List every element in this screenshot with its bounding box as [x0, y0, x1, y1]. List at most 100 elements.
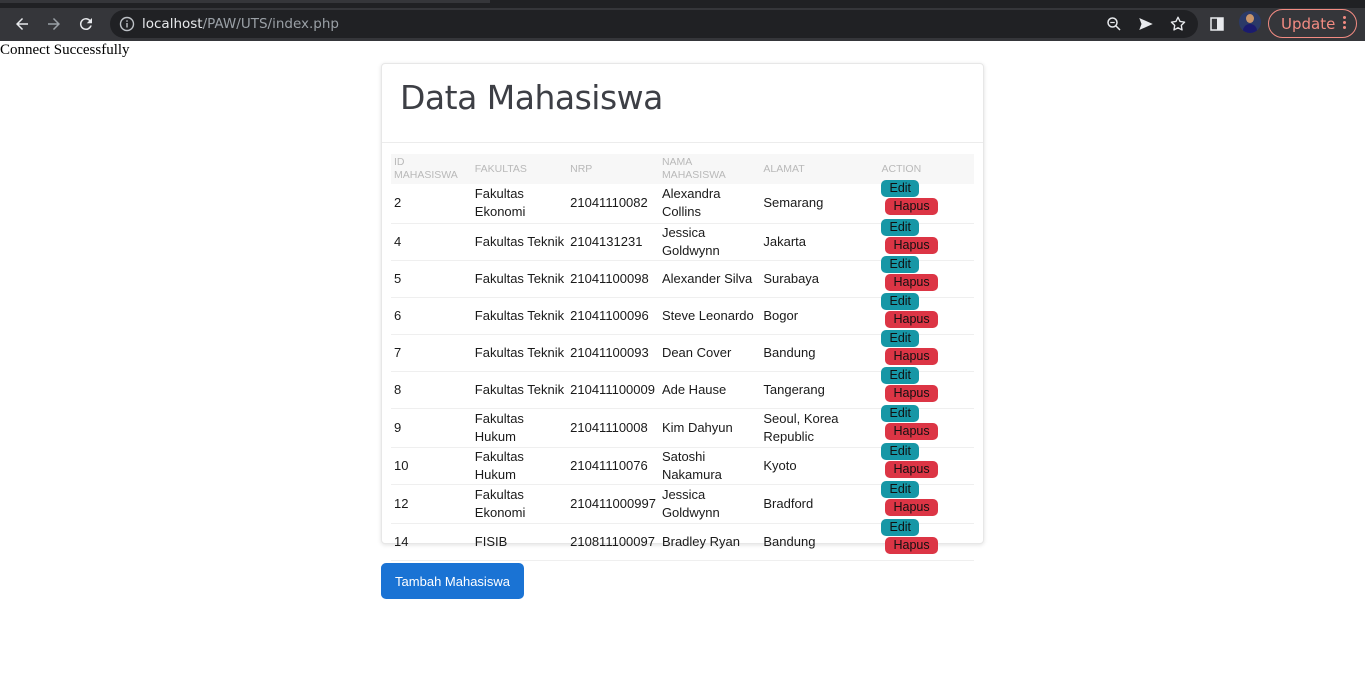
edit-button[interactable]: Edit: [881, 255, 920, 273]
browser-toolbar: localhost/PAW/UTS/index.php Update: [0, 8, 1365, 41]
table-row: 12 Fakultas Ekonomi 210411000997 Jessica…: [391, 480, 974, 524]
cell-fakultas: Fakultas Teknik: [471, 297, 568, 335]
delete-button[interactable]: Hapus: [885, 236, 938, 254]
cell-action: EditHapus: [878, 480, 974, 524]
cell-fakultas: Fakultas Teknik: [471, 371, 568, 409]
forward-icon[interactable]: [40, 10, 68, 38]
cell-nama: Dean Cover: [658, 334, 761, 372]
cell-alamat: Bandung: [760, 523, 879, 561]
table-row: 4 Fakultas Teknik 2104131231 Jessica Gol…: [391, 218, 974, 261]
edit-button[interactable]: Edit: [881, 404, 920, 422]
cell-fakultas: Fakultas Ekonomi: [471, 484, 568, 524]
url-path: /PAW/UTS/index.php: [202, 16, 339, 32]
cell-id: 9: [391, 408, 472, 448]
cell-action: EditHapus: [878, 404, 974, 448]
more-menu-icon[interactable]: [1343, 16, 1346, 31]
cell-fakultas: Fakultas Hukum: [471, 408, 568, 448]
header-fakultas: FAKULTAS: [471, 154, 568, 184]
cell-nrp: 21041100096: [567, 297, 659, 335]
cell-nama: Satoshi Nakamura: [658, 447, 761, 485]
add-mahasiswa-button[interactable]: Tambah Mahasiswa: [381, 563, 524, 599]
cell-nrp: 210411000997: [567, 484, 659, 524]
address-bar[interactable]: localhost/PAW/UTS/index.php: [110, 10, 1198, 38]
delete-button[interactable]: Hapus: [885, 384, 938, 402]
edit-button[interactable]: Edit: [881, 180, 920, 198]
cell-nrp: 21041100098: [567, 260, 659, 298]
cell-alamat: Jakarta: [760, 223, 879, 261]
delete-button[interactable]: Hapus: [885, 460, 938, 478]
cell-alamat: Kyoto: [760, 447, 879, 485]
cell-nrp: 21041100093: [567, 334, 659, 372]
delete-button[interactable]: Hapus: [885, 536, 938, 554]
bookmark-star-icon[interactable]: [1169, 15, 1187, 33]
card-divider: [382, 142, 983, 143]
cell-fakultas: Fakultas Teknik: [471, 260, 568, 298]
cell-action: EditHapus: [878, 180, 974, 224]
send-icon[interactable]: [1137, 15, 1155, 33]
cell-id: 10: [391, 447, 472, 485]
table-row: 5 Fakultas Teknik 21041100098 Alexander …: [391, 255, 974, 298]
cell-action: EditHapus: [878, 442, 974, 485]
delete-button[interactable]: Hapus: [885, 198, 938, 216]
delete-button[interactable]: Hapus: [885, 422, 938, 440]
update-button[interactable]: Update: [1268, 9, 1357, 38]
table-row: 6 Fakultas Teknik 21041100096 Steve Leon…: [391, 292, 974, 335]
data-card: Data Mahasiswa ID MAHASISWA FAKULTAS NRP…: [381, 63, 984, 561]
url-text[interactable]: localhost/PAW/UTS/index.php: [142, 16, 339, 32]
cell-id: 7: [391, 334, 472, 372]
reload-icon[interactable]: [72, 10, 100, 38]
table-row: 10 Fakultas Hukum 21041110076 Satoshi Na…: [391, 442, 974, 485]
profile-avatar[interactable]: [1239, 11, 1261, 33]
cell-id: 6: [391, 297, 472, 335]
cell-fakultas: Fakultas Hukum: [471, 447, 568, 485]
table-row: 9 Fakultas Hukum 21041110008 Kim Dahyun …: [391, 404, 974, 448]
cell-alamat: Bradford: [760, 484, 879, 524]
delete-button[interactable]: Hapus: [885, 273, 938, 291]
edit-button[interactable]: Edit: [881, 442, 920, 460]
side-panel-icon[interactable]: [1203, 10, 1231, 38]
cell-alamat: Tangerang: [760, 371, 879, 409]
update-label: Update: [1281, 15, 1336, 33]
edit-button[interactable]: Edit: [881, 366, 920, 384]
edit-button[interactable]: Edit: [881, 480, 920, 498]
edit-button[interactable]: Edit: [881, 518, 920, 536]
delete-button[interactable]: Hapus: [885, 310, 938, 328]
header-id: ID MAHASISWA: [391, 154, 472, 184]
back-icon[interactable]: [8, 10, 36, 38]
active-tab[interactable]: [0, 0, 490, 3]
cell-nrp: 21041110076: [567, 447, 659, 485]
site-info-icon[interactable]: [119, 16, 135, 32]
cell-nama: Alexander Silva: [658, 260, 761, 298]
cell-nrp: 2104131231: [567, 223, 659, 261]
cell-nama: Jessica Goldwynn: [658, 484, 761, 524]
header-alamat: ALAMAT: [760, 154, 879, 184]
delete-button[interactable]: Hapus: [885, 347, 938, 365]
table-row: 14 FISIB 210811100097 Bradley Ryan Bandu…: [391, 518, 974, 561]
cell-nama: Steve Leonardo: [658, 297, 761, 335]
cell-action: EditHapus: [878, 329, 974, 372]
cell-nama: Kim Dahyun: [658, 408, 761, 448]
cell-nrp: 21041110008: [567, 408, 659, 448]
cell-nama: Alexandra Collins: [658, 184, 761, 224]
connection-status: Connect Successfully: [0, 42, 130, 58]
zoom-icon[interactable]: [1105, 15, 1123, 33]
cell-alamat: Semarang: [760, 184, 879, 224]
page-title: Data Mahasiswa: [400, 78, 663, 117]
edit-button[interactable]: Edit: [881, 218, 920, 236]
cell-nrp: 21041110082: [567, 184, 659, 224]
cell-id: 4: [391, 223, 472, 261]
cell-action: EditHapus: [878, 366, 974, 409]
cell-action: EditHapus: [878, 518, 974, 561]
edit-button[interactable]: Edit: [881, 292, 920, 310]
cell-id: 12: [391, 484, 472, 524]
tab-strip: [0, 0, 1365, 8]
header-nama: NAMA MAHASISWA: [658, 154, 761, 184]
cell-nrp: 210411100009: [567, 371, 659, 409]
cell-id: 2: [391, 184, 472, 224]
edit-button[interactable]: Edit: [881, 329, 920, 347]
delete-button[interactable]: Hapus: [885, 498, 938, 516]
cell-nama: Bradley Ryan: [658, 523, 761, 561]
cell-alamat: Bandung: [760, 334, 879, 372]
cell-fakultas: FISIB: [471, 523, 568, 561]
table-row: 8 Fakultas Teknik 210411100009 Ade Hause…: [391, 366, 974, 409]
